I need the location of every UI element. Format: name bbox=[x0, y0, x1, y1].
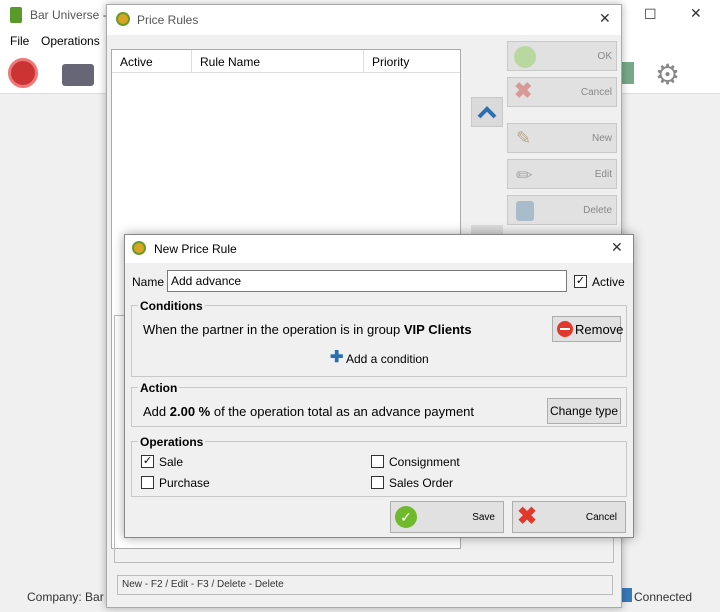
change-type-label: Change type bbox=[549, 404, 619, 418]
app-icon bbox=[10, 7, 22, 23]
truck-icon[interactable] bbox=[62, 64, 94, 86]
action-text: Add 2.00 % of the operation total as an … bbox=[143, 404, 474, 419]
sale-checkbox[interactable]: ✓ bbox=[141, 455, 154, 468]
condition-text-prefix: When the partner in the operation is in … bbox=[143, 322, 404, 337]
condition-text: When the partner in the operation is in … bbox=[143, 322, 472, 337]
shortcut-hint: New - F2 / Edit - F3 / Delete - Delete bbox=[117, 575, 613, 595]
cross-icon: ✖ bbox=[514, 78, 533, 103]
arrow-up-icon bbox=[477, 106, 497, 119]
ok-label: OK bbox=[597, 51, 612, 62]
action-title: Action bbox=[138, 381, 180, 395]
price-rule-icon bbox=[132, 241, 146, 255]
condition-group-name: VIP Clients bbox=[403, 322, 472, 337]
trash-icon bbox=[516, 201, 534, 221]
column-header-active[interactable]: Active bbox=[112, 50, 192, 72]
delete-button[interactable]: Delete bbox=[507, 195, 617, 225]
cancel-label: Cancel bbox=[585, 512, 617, 523]
column-header-rule-name[interactable]: Rule Name bbox=[192, 50, 364, 72]
conditions-group: Conditions When the partner in the opera… bbox=[131, 299, 627, 377]
close-icon[interactable]: ✕ bbox=[599, 10, 611, 27]
sales-order-checkbox[interactable] bbox=[371, 476, 384, 489]
name-field[interactable] bbox=[167, 270, 567, 292]
plus-icon: ✚ bbox=[330, 349, 344, 366]
close-icon[interactable]: ✕ bbox=[690, 5, 702, 22]
edit-label: Edit bbox=[594, 169, 612, 180]
main-window-title: Bar Universe - bbox=[30, 8, 107, 22]
cancel-button[interactable]: ✖ Cancel bbox=[512, 501, 626, 533]
action-value: 2.00 % bbox=[169, 404, 211, 419]
sale-label: Sale bbox=[159, 455, 184, 469]
maximize-icon[interactable]: ☐ bbox=[644, 6, 657, 23]
check-icon: ✓ bbox=[395, 506, 417, 528]
check-icon bbox=[514, 46, 536, 68]
gear-icon[interactable]: ⚙ bbox=[655, 58, 680, 91]
save-button[interactable]: ✓ Save bbox=[390, 501, 504, 533]
consignment-checkbox[interactable] bbox=[371, 455, 384, 468]
purchase-label: Purchase bbox=[159, 476, 210, 490]
close-icon[interactable]: ✕ bbox=[611, 239, 623, 256]
change-type-button[interactable]: Change type bbox=[547, 398, 621, 424]
header-divider bbox=[112, 72, 460, 73]
remove-icon bbox=[557, 321, 573, 337]
edit-button[interactable]: ✏ Edit bbox=[507, 159, 617, 189]
menu-operations[interactable]: Operations bbox=[41, 34, 100, 48]
new-button[interactable]: ✎ New bbox=[507, 123, 617, 153]
status-company: Company: Bar bbox=[27, 590, 104, 604]
active-label: Active bbox=[592, 275, 625, 289]
action-group: Action Add 2.00 % of the operation total… bbox=[131, 381, 627, 427]
pencil-icon: ✏ bbox=[516, 165, 533, 187]
remove-label: Remove bbox=[575, 322, 624, 337]
ok-button[interactable]: OK bbox=[507, 41, 617, 71]
save-label: Save bbox=[472, 512, 495, 523]
price-rules-title: Price Rules bbox=[137, 13, 199, 27]
dialog-title: New Price Rule bbox=[154, 242, 237, 256]
cancel-button[interactable]: ✖ Cancel bbox=[507, 77, 617, 107]
sales-order-label: Sales Order bbox=[389, 476, 454, 490]
operations-title: Operations bbox=[138, 435, 206, 449]
action-text-prefix: Add bbox=[143, 404, 170, 419]
power-icon[interactable] bbox=[8, 58, 38, 88]
dialog-titlebar: New Price Rule ✕ bbox=[125, 235, 633, 263]
menu-file[interactable]: File bbox=[10, 34, 29, 48]
price-rules-titlebar: Price Rules ✕ bbox=[107, 5, 621, 35]
price-rules-icon bbox=[116, 12, 130, 26]
new-label: New bbox=[591, 133, 612, 144]
cross-icon: ✖ bbox=[517, 503, 538, 530]
action-text-suffix: of the operation total as an advance pay… bbox=[210, 404, 475, 419]
new-price-rule-dialog: New Price Rule ✕ Name ✓ Active Condition… bbox=[124, 234, 634, 538]
name-label: Name bbox=[132, 275, 165, 289]
status-connection: Connected bbox=[634, 590, 693, 604]
column-header-priority[interactable]: Priority bbox=[364, 50, 460, 72]
operations-group: Operations ✓ Sale Consignment Purchase S… bbox=[131, 435, 627, 497]
add-condition-label: Add a condition bbox=[346, 352, 429, 366]
delete-label: Delete bbox=[583, 205, 612, 216]
remove-condition-button[interactable]: Remove bbox=[552, 316, 624, 342]
purchase-checkbox[interactable] bbox=[141, 476, 154, 489]
consignment-label: Consignment bbox=[389, 455, 460, 469]
cancel-label: Cancel bbox=[580, 87, 612, 98]
active-checkbox[interactable]: ✓ bbox=[574, 275, 587, 288]
wand-icon: ✎ bbox=[516, 128, 532, 148]
move-up-button[interactable] bbox=[471, 97, 503, 127]
conditions-title: Conditions bbox=[138, 299, 205, 313]
